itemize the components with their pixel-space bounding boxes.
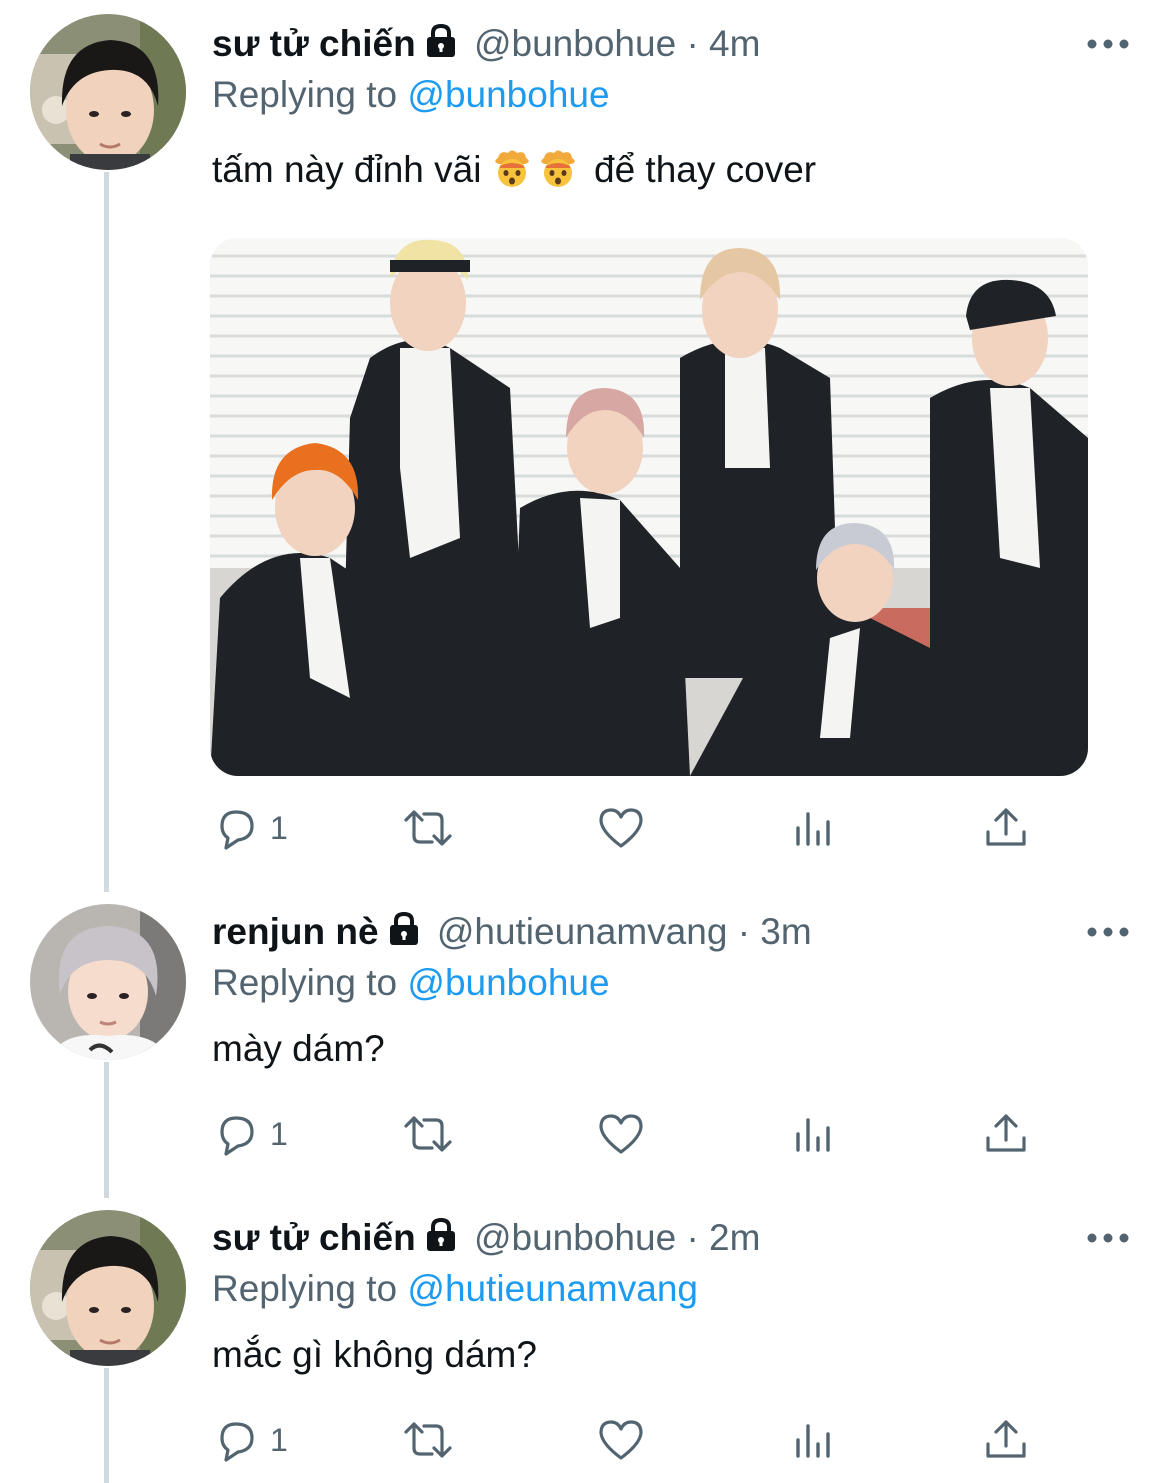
reply-button[interactable]: 1 bbox=[212, 1106, 288, 1162]
tweet[interactable]: sư tử chiến @bunbohue · 2m Replying to @… bbox=[0, 1196, 1169, 1483]
replying-label: Replying to bbox=[212, 962, 398, 1003]
share-button[interactable] bbox=[982, 1106, 1030, 1162]
more-icon[interactable] bbox=[1086, 922, 1130, 942]
separator-dot: · bbox=[686, 1217, 699, 1258]
lock-icon bbox=[385, 911, 423, 957]
replying-to: Replying to @hutieunamvang bbox=[212, 1267, 698, 1311]
mention-link[interactable]: @bunbohue bbox=[407, 74, 609, 115]
avatar[interactable] bbox=[30, 14, 186, 170]
lock-icon bbox=[422, 1217, 460, 1263]
tweet-header: renjun nè @hutieunamvang · 3m bbox=[212, 910, 812, 957]
timestamp[interactable]: 3m bbox=[760, 911, 811, 952]
analytics-icon bbox=[792, 1110, 836, 1158]
separator-dot: · bbox=[686, 23, 699, 64]
exploding-head-emoji bbox=[492, 148, 532, 198]
tweet-text: tấm này đỉnh vãi để thay cover bbox=[212, 148, 816, 198]
mention-link[interactable]: @hutieunamvang bbox=[407, 1268, 698, 1309]
display-name[interactable]: sư tử chiến bbox=[212, 1217, 416, 1258]
analytics-icon bbox=[792, 1416, 836, 1464]
exploding-head-emoji bbox=[538, 148, 578, 198]
tweet-text: mày dám? bbox=[212, 1028, 385, 1069]
separator-dot: · bbox=[737, 911, 751, 952]
analytics-button[interactable] bbox=[792, 1106, 836, 1162]
replying-label: Replying to bbox=[212, 1268, 398, 1309]
retweet-button[interactable] bbox=[400, 1106, 456, 1162]
heart-icon bbox=[596, 804, 646, 852]
reply-count: 1 bbox=[270, 809, 288, 846]
display-name[interactable]: renjun nè bbox=[212, 911, 379, 952]
analytics-button[interactable] bbox=[792, 1412, 836, 1468]
analytics-button[interactable] bbox=[792, 800, 836, 856]
reply-count: 1 bbox=[270, 1421, 288, 1458]
replying-to: Replying to @bunbohue bbox=[212, 73, 610, 117]
tweet-actions: 1 bbox=[212, 800, 1052, 856]
avatar[interactable] bbox=[30, 1210, 186, 1366]
tweet-actions: 1 bbox=[212, 1106, 1052, 1162]
retweet-button[interactable] bbox=[400, 1412, 456, 1468]
like-button[interactable] bbox=[596, 1106, 646, 1162]
retweet-icon bbox=[400, 1416, 456, 1464]
display-name[interactable]: sư tử chiến bbox=[212, 23, 416, 64]
reply-icon bbox=[212, 804, 260, 852]
reply-icon bbox=[212, 1110, 260, 1158]
share-button[interactable] bbox=[982, 1412, 1030, 1468]
tweet-text: mắc gì không dám? bbox=[212, 1334, 537, 1375]
tweet-header: sư tử chiến @bunbohue · 2m bbox=[212, 1216, 760, 1263]
tweet-text-part: để thay cover bbox=[594, 149, 817, 190]
timestamp[interactable]: 2m bbox=[709, 1217, 760, 1258]
user-handle[interactable]: @hutieunamvang bbox=[437, 911, 728, 952]
share-icon bbox=[982, 1110, 1030, 1158]
tweet[interactable]: sư tử chiến @bunbohue · 4m Replying to @… bbox=[0, 0, 1169, 880]
tweet-actions: 1 bbox=[212, 1412, 1052, 1468]
share-button[interactable] bbox=[982, 800, 1030, 856]
more-icon[interactable] bbox=[1086, 34, 1130, 54]
heart-icon bbox=[596, 1110, 646, 1158]
tweet[interactable]: renjun nè @hutieunamvang · 3m Replying t… bbox=[0, 890, 1169, 1190]
mention-link[interactable]: @bunbohue bbox=[407, 962, 609, 1003]
retweet-button[interactable] bbox=[400, 800, 456, 856]
analytics-icon bbox=[792, 804, 836, 852]
replying-label: Replying to bbox=[212, 74, 398, 115]
heart-icon bbox=[596, 1416, 646, 1464]
timestamp[interactable]: 4m bbox=[709, 23, 760, 64]
retweet-icon bbox=[400, 804, 456, 852]
tweet-photo[interactable] bbox=[210, 238, 1088, 776]
share-icon bbox=[982, 1416, 1030, 1464]
reply-button[interactable]: 1 bbox=[212, 800, 288, 856]
tweet-text-part: tấm này đỉnh vãi bbox=[212, 149, 482, 190]
reply-icon bbox=[212, 1416, 260, 1464]
reply-button[interactable]: 1 bbox=[212, 1412, 288, 1468]
like-button[interactable] bbox=[596, 800, 646, 856]
tweet-header: sư tử chiến @bunbohue · 4m bbox=[212, 22, 760, 69]
lock-icon bbox=[422, 23, 460, 69]
avatar[interactable] bbox=[30, 904, 186, 1060]
reply-count: 1 bbox=[270, 1115, 288, 1152]
user-handle[interactable]: @bunbohue bbox=[474, 23, 676, 64]
like-button[interactable] bbox=[596, 1412, 646, 1468]
retweet-icon bbox=[400, 1110, 456, 1158]
user-handle[interactable]: @bunbohue bbox=[474, 1217, 676, 1258]
share-icon bbox=[982, 804, 1030, 852]
more-icon[interactable] bbox=[1086, 1228, 1130, 1248]
replying-to: Replying to @bunbohue bbox=[212, 961, 610, 1005]
